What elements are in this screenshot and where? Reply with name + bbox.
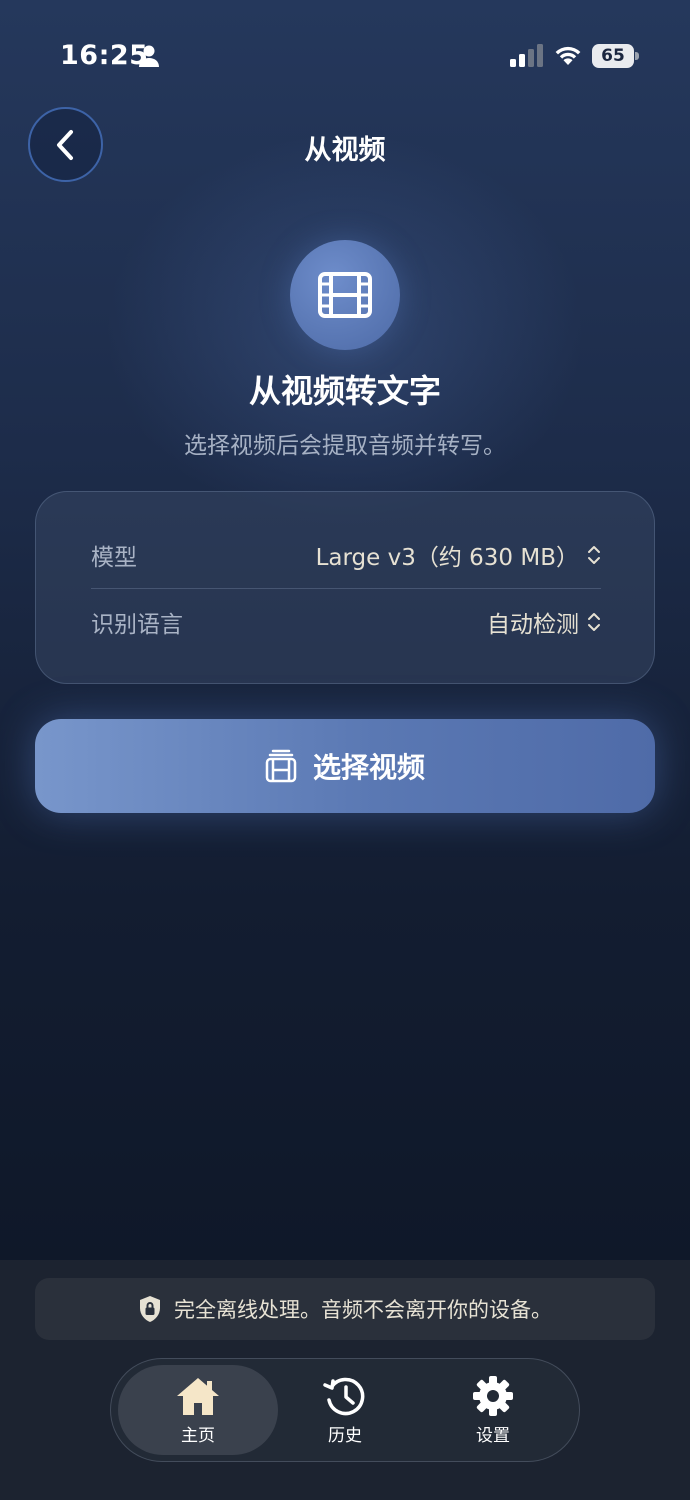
gear-icon — [473, 1375, 513, 1416]
tab-settings[interactable]: 设置 — [419, 1365, 567, 1455]
select-video-button[interactable]: 选择视频 — [35, 719, 655, 813]
person-icon — [139, 45, 159, 67]
hero-title: 从视频转文字 — [248, 372, 441, 410]
language-label: 识别语言 — [91, 612, 183, 638]
model-value: Large v3（约 630 MB） — [315, 545, 579, 571]
settings-card: 模型 Large v3（约 630 MB） 识别语言 自动检测 — [35, 491, 655, 684]
status-bar: 16:25 65 — [0, 0, 690, 110]
language-value: 自动检测 — [487, 612, 579, 638]
history-icon — [323, 1377, 365, 1415]
chevron-up-down-icon — [588, 613, 600, 631]
chevron-up-down-icon — [588, 546, 600, 564]
language-value-wrap: 自动检测 — [487, 605, 601, 639]
offline-banner: 完全离线处理。音频不会离开你的设备。 — [35, 1278, 655, 1340]
shield-lock-icon — [140, 1296, 160, 1322]
page-title: 从视频 — [304, 135, 386, 166]
signal-icon — [510, 44, 543, 67]
tab-home[interactable]: 主页 — [118, 1365, 278, 1455]
tab-home-label: 主页 — [181, 1425, 215, 1446]
tab-settings-label: 设置 — [476, 1425, 510, 1446]
film-stack-icon — [265, 749, 297, 783]
select-video-label: 选择视频 — [312, 751, 425, 784]
model-select[interactable]: 模型 Large v3（约 630 MB） — [91, 525, 601, 585]
language-select[interactable]: 识别语言 自动检测 — [91, 592, 601, 652]
offline-text: 完全离线处理。音频不会离开你的设备。 — [174, 1298, 552, 1322]
battery-level: 65 — [592, 44, 634, 68]
model-label: 模型 — [91, 545, 137, 571]
battery-icon: 65 — [592, 44, 640, 68]
tab-history-label: 历史 — [328, 1425, 362, 1446]
tab-history[interactable]: 历史 — [271, 1365, 419, 1455]
battery-tip — [635, 52, 639, 60]
home-icon — [177, 1377, 219, 1415]
film-badge — [290, 240, 400, 350]
status-time: 16:25 — [60, 40, 149, 71]
hero-subtitle: 选择视频后会提取音频并转写。 — [184, 433, 506, 459]
model-value-wrap: Large v3（约 630 MB） — [316, 538, 601, 572]
wifi-icon — [555, 46, 581, 65]
settings-divider — [91, 588, 601, 589]
tab-bar: 主页 历史 设置 — [110, 1358, 580, 1462]
film-icon — [318, 272, 372, 318]
